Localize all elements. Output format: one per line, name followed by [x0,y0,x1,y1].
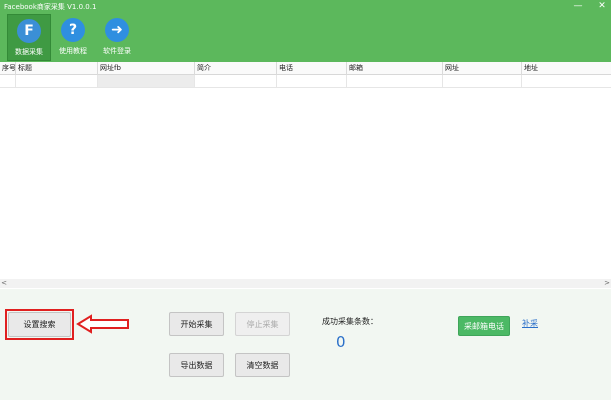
close-button[interactable]: ✕ [597,1,607,11]
minimize-button[interactable]: — [573,1,583,11]
tool-login-label: 软件登录 [103,47,131,55]
title-bar: Facebook商家采集 V1.0.0.1 — ✕ F 数据采集 ? 使用教程 … [0,0,611,62]
window-title: Facebook商家采集 V1.0.0.1 [4,3,97,11]
horizontal-scrollbar[interactable]: < > [0,279,611,288]
table-cell [443,75,522,87]
data-grid[interactable]: 序号 标题 网址fb 简介 电话 邮箱 网址 地址 [0,62,611,288]
stop-collect-button[interactable]: 停止采集 [235,312,290,336]
tool-login[interactable]: ➜ 软件登录 [95,14,139,61]
supplement-link[interactable]: 补采 [522,318,538,329]
table-cell [347,75,443,87]
col-header-title[interactable]: 标题 [16,62,98,75]
collect-email-phone-button[interactable]: 采邮箱电话 [458,316,510,336]
table-cell [522,75,611,87]
col-header-index[interactable]: 序号 [0,62,16,75]
table-cell [98,75,195,87]
success-count-label: 成功采集条数： [322,317,378,326]
table-cell [195,75,277,87]
success-count-value: 0 [336,333,346,351]
tool-data-collect-label: 数据采集 [15,48,43,56]
col-header-email[interactable]: 邮箱 [347,62,443,75]
col-header-address[interactable]: 地址 [522,62,611,75]
table-cell [277,75,347,87]
tool-tutorial-label: 使用教程 [59,47,87,55]
col-header-website[interactable]: 网址 [443,62,522,75]
table-cell [0,75,16,87]
scroll-left-icon[interactable]: < [0,279,8,288]
control-panel [0,289,611,400]
login-arrow-icon: ➜ [105,18,129,42]
window-controls: — ✕ [573,1,607,11]
help-icon: ? [61,18,85,42]
clear-data-button[interactable]: 清空数据 [235,353,290,377]
col-header-fb-url[interactable]: 网址fb [98,62,195,75]
start-collect-button[interactable]: 开始采集 [169,312,224,336]
tool-tutorial[interactable]: ? 使用教程 [51,14,95,61]
scroll-right-icon[interactable]: > [603,279,611,288]
export-data-button[interactable]: 导出数据 [169,353,224,377]
table-cell [16,75,98,87]
pointer-arrow-icon [76,314,129,334]
grid-header: 序号 标题 网址fb 简介 电话 邮箱 网址 地址 [0,62,611,75]
highlight-box [5,309,74,340]
tool-data-collect[interactable]: F 数据采集 [7,14,51,61]
table-row[interactable] [0,75,611,88]
col-header-intro[interactable]: 简介 [195,62,277,75]
col-header-phone[interactable]: 电话 [277,62,347,75]
facebook-icon: F [17,19,41,43]
